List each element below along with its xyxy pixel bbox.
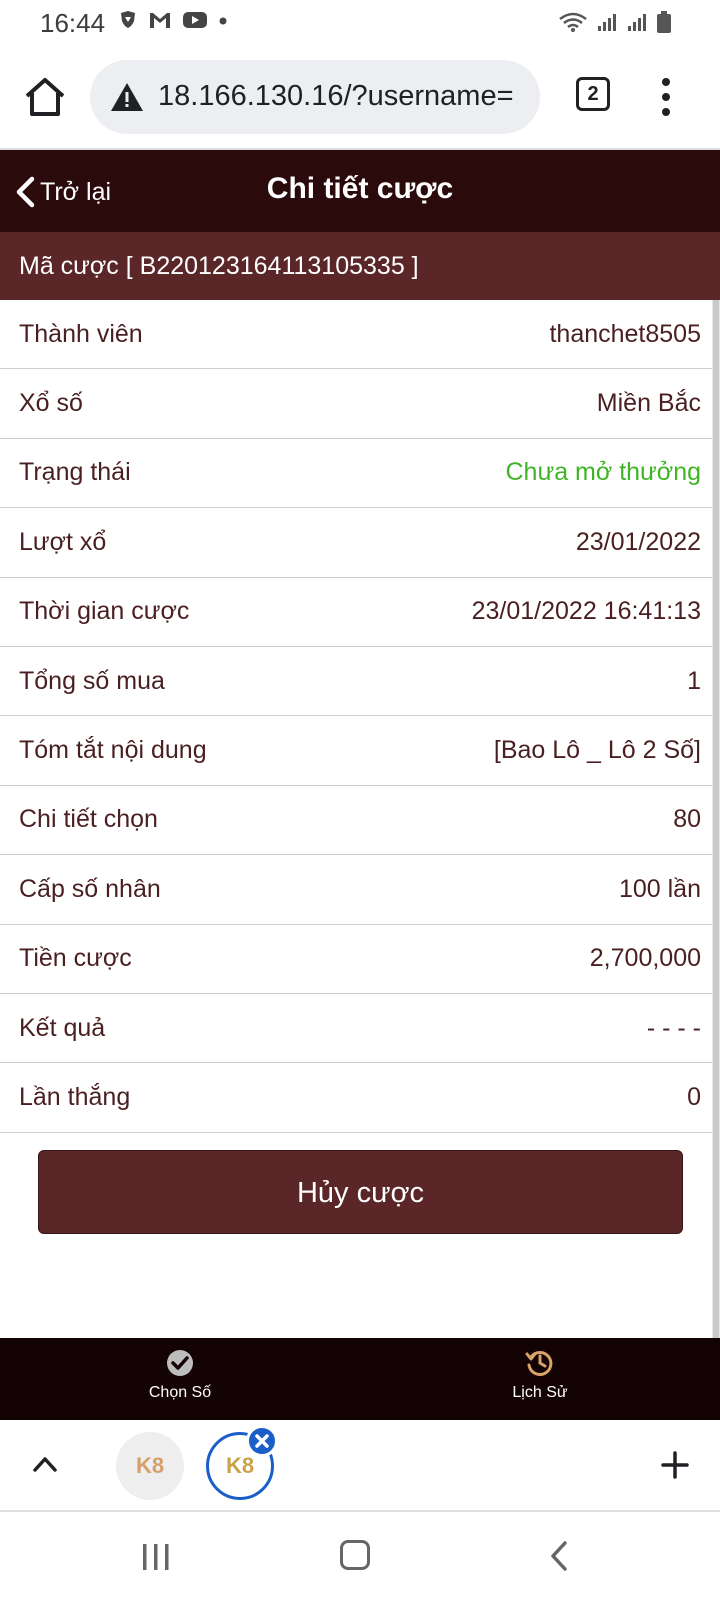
detail-value: 1 <box>687 666 701 695</box>
history-icon <box>525 1350 553 1376</box>
nav-choose-number[interactable]: Chọn Số <box>110 1348 250 1402</box>
detail-row-status: Trạng thái Chưa mở thưởng <box>0 439 712 509</box>
detail-value: [Bao Lô _ Lô 2 Số] <box>493 736 701 765</box>
bet-code-bar: Mã cược [ B220123164113105335 ] <box>0 232 720 300</box>
detail-row-summary: Tóm tắt nội dung [Bao Lô _ Lô 2 Số] <box>0 716 712 786</box>
dot-icon <box>219 17 227 25</box>
nav-history-label: Lịch Sử <box>512 1384 568 1401</box>
detail-value: 2,700,000 <box>589 944 701 973</box>
youtube-icon <box>183 12 207 28</box>
detail-value: 23/01/2022 16:41:13 <box>471 597 701 626</box>
nav-choose-label: Chọn Số <box>148 1384 212 1401</box>
system-nav-bar <box>0 1512 720 1600</box>
bet-details-list: Thành viên thanchet8505 Xổ số Miền Bắc Trạ… <box>0 300 712 1133</box>
detail-label: Kết quả <box>19 1013 106 1042</box>
detail-value: 0 <box>687 1082 701 1111</box>
detail-label: Trạng thái <box>19 458 131 487</box>
detail-row-multiplier: Cấp số nhân 100 lần <box>0 855 712 925</box>
cancel-bet-button[interactable]: Hủy cược <box>38 1150 683 1234</box>
detail-value: thanchet8505 <box>549 319 701 348</box>
tab-k8-inactive[interactable]: K8 <box>116 1432 184 1500</box>
browser-tab-strip: K8 K8 <box>0 1420 720 1512</box>
signal-icon-2 <box>628 14 646 31</box>
tab-switcher-button[interactable]: 2 <box>576 77 610 111</box>
detail-value: Miền Bắc <box>596 389 701 418</box>
close-icon <box>255 1434 269 1448</box>
detail-row-wins: Lần thắng 0 <box>0 1063 712 1133</box>
detail-row-member: Thành viên thanchet8505 <box>0 300 712 370</box>
browser-toolbar: 18.166.130.16/?username= 2 <box>0 46 720 150</box>
check-circle-icon <box>167 1350 193 1376</box>
detail-label: Thời gian cược <box>19 597 190 626</box>
detail-label: Tổng số mua <box>19 666 165 695</box>
status-time: 16:44 <box>40 8 106 38</box>
notification-icons <box>118 10 228 30</box>
detail-row-bet-amount: Tiền cược 2,700,000 <box>0 925 712 994</box>
detail-row-bet-time: Thời gian cược 23/01/2022 16:41:13 <box>0 578 712 647</box>
detail-label: Chi tiết chọn <box>19 805 158 834</box>
home-icon[interactable] <box>22 74 68 120</box>
detail-row-total-bought: Tổng số mua 1 <box>0 647 712 717</box>
close-tab-icon[interactable] <box>246 1425 278 1457</box>
system-home-icon[interactable] <box>340 1540 370 1570</box>
detail-label: Cấp số nhân <box>19 874 161 903</box>
app-header: Trở lại Chi tiết cược <box>0 150 720 232</box>
detail-value: 23/01/2022 <box>575 527 701 556</box>
detail-row-lottery: Xổ số Miền Bắc <box>0 369 712 439</box>
bottom-nav: Chọn Số Lịch Sử <box>0 1338 720 1420</box>
detail-row-selection: Chi tiết chọn 80 <box>0 786 712 856</box>
status-bar: 16:44 <box>0 0 720 46</box>
detail-label: Lượt xổ <box>19 527 107 556</box>
detail-value: 80 <box>673 805 701 834</box>
detail-label: Tiền cược <box>19 944 132 973</box>
detail-label: Xổ số <box>19 389 83 418</box>
new-tab-plus-icon[interactable] <box>660 1450 690 1480</box>
nav-history[interactable]: Lịch Sử <box>470 1348 610 1402</box>
battery-icon <box>657 11 671 33</box>
page-title: Chi tiết cược <box>266 172 454 205</box>
detail-label: Thành viên <box>19 319 143 348</box>
address-bar[interactable]: 18.166.130.16/?username= <box>90 60 540 134</box>
detail-row-draw: Lượt xổ 23/01/2022 <box>0 508 712 578</box>
detail-label: Lần thắng <box>19 1082 131 1111</box>
detail-value: 100 lần <box>618 874 701 903</box>
system-back-icon[interactable] <box>548 1540 570 1572</box>
scrollbar-thumb[interactable] <box>713 300 719 1338</box>
recent-apps-icon[interactable] <box>140 1542 172 1572</box>
status-value: Chưa mở thưởng <box>505 458 702 487</box>
detail-value: - - - - <box>646 1013 701 1042</box>
shield-icon <box>121 11 135 28</box>
detail-row-result: Kết quả - - - - <box>0 994 712 1064</box>
more-menu-icon[interactable] <box>656 74 676 120</box>
signal-icon <box>598 14 616 31</box>
warning-icon[interactable] <box>110 81 144 113</box>
chevron-up-icon[interactable] <box>30 1452 60 1476</box>
wifi-icon <box>559 12 587 32</box>
url-text[interactable]: 18.166.130.16/?username= <box>158 80 514 113</box>
system-icons <box>558 10 672 34</box>
detail-label: Tóm tắt nội dung <box>19 736 207 765</box>
gmail-icon <box>150 13 170 28</box>
